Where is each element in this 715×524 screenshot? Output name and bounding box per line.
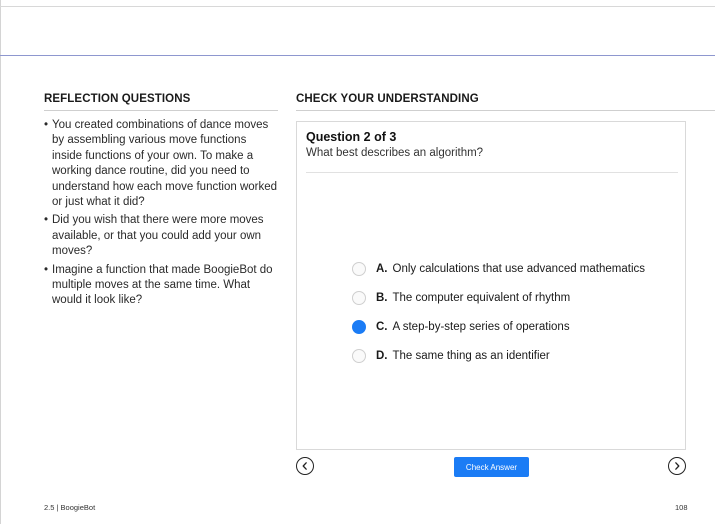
radio-button[interactable]: [352, 261, 366, 276]
reflection-list: • You created combinations of dance move…: [44, 118, 278, 309]
page-number: 108: [675, 503, 688, 512]
reflection-item-text: Imagine a function that made BoogieBot d…: [52, 263, 273, 307]
check-understanding-heading: CHECK YOUR UNDERSTANDING: [296, 93, 715, 111]
reflection-heading: REFLECTION QUESTIONS: [44, 93, 278, 111]
reflection-item: • You created combinations of dance move…: [44, 118, 278, 210]
option-letter: A.: [376, 262, 388, 275]
next-question-button[interactable]: [668, 457, 686, 475]
answer-option-a[interactable]: A. Only calculations that use advanced m…: [352, 259, 682, 278]
check-answer-button[interactable]: Check Answer: [454, 457, 529, 477]
answer-option-b[interactable]: B. The computer equivalent of rhythm: [352, 288, 682, 307]
answer-option-c[interactable]: C. A step-by-step series of operations: [352, 317, 682, 336]
reflection-item: • Did you wish that there were more move…: [44, 213, 278, 259]
question-divider: [306, 172, 678, 173]
option-letter: B.: [376, 291, 388, 304]
reflection-item-text: You created combinations of dance moves …: [52, 119, 278, 209]
radio-button[interactable]: [352, 290, 366, 305]
answer-option-d[interactable]: D. The same thing as an identifier: [352, 346, 682, 365]
option-text: A step-by-step series of operations: [392, 320, 570, 333]
question-counter: Question 2 of 3: [306, 130, 397, 144]
quiz-card: Question 2 of 3 What best describes an a…: [296, 121, 686, 450]
bullet: •: [44, 263, 49, 276]
option-text: The computer equivalent of rhythm: [392, 291, 571, 304]
chevron-left-icon: [302, 462, 307, 470]
check-understanding-section: CHECK YOUR UNDERSTANDING: [296, 93, 715, 111]
chevron-right-icon: [675, 462, 680, 470]
option-letter: C.: [376, 320, 388, 333]
radio-button[interactable]: [352, 348, 366, 363]
question-prompt: What best describes an algorithm?: [306, 147, 484, 159]
question-header: Question 2 of 3 What best describes an a…: [306, 130, 678, 159]
header-top-rule: [0, 6, 715, 7]
previous-question-button[interactable]: [296, 457, 314, 475]
option-letter: D.: [376, 349, 388, 362]
bullet: •: [44, 119, 49, 131]
reflection-item-text: Did you wish that there were more moves …: [52, 214, 264, 258]
radio-button-selected[interactable]: [352, 319, 366, 334]
option-text: The same thing as an identifier: [392, 349, 550, 362]
reflection-item: • Imagine a function that made BoogieBot…: [44, 263, 278, 309]
option-text: Only calculations that use advanced math…: [392, 262, 646, 275]
bullet: •: [44, 214, 49, 227]
reflection-section: REFLECTION QUESTIONS • You created combi…: [44, 93, 278, 312]
answer-options: A. Only calculations that use advanced m…: [352, 259, 682, 375]
footer-section-label: 2.5 | BoogieBot: [44, 503, 96, 512]
header-band: [0, 0, 715, 56]
